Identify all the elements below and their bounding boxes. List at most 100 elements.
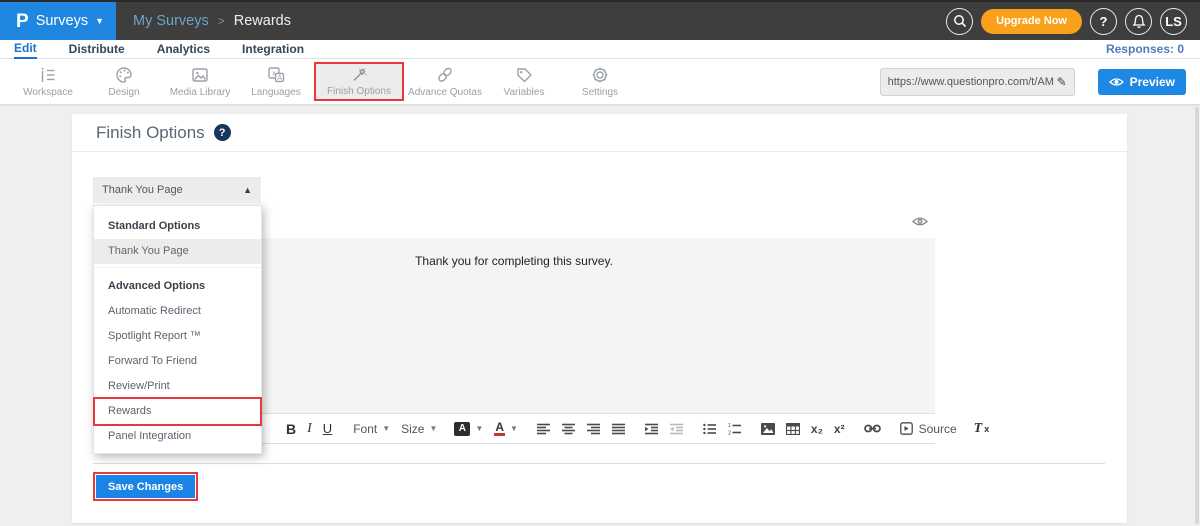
notifications-button[interactable] bbox=[1125, 8, 1152, 35]
breadcrumb-my-surveys[interactable]: My Surveys bbox=[133, 13, 209, 29]
subscript-button[interactable]: x₂ bbox=[811, 422, 823, 436]
align-right-button[interactable] bbox=[587, 423, 601, 435]
bullet-list-button[interactable] bbox=[703, 423, 717, 435]
remove-format-button[interactable]: Tx bbox=[974, 421, 990, 437]
ribbon-item-languages[interactable]: xA Languages bbox=[238, 63, 314, 100]
source-icon bbox=[900, 422, 913, 435]
outdent-button[interactable] bbox=[670, 423, 684, 435]
ribbon-item-media-library[interactable]: Media Library bbox=[162, 63, 238, 100]
settings-icon bbox=[590, 65, 610, 85]
avatar[interactable]: LS bbox=[1160, 8, 1187, 35]
text-color-button[interactable]: A▼ bbox=[494, 421, 518, 436]
search-button[interactable] bbox=[946, 8, 973, 35]
ribbon-label: Design bbox=[108, 87, 139, 98]
source-button[interactable]: Source bbox=[900, 422, 957, 436]
tab-distribute[interactable]: Distribute bbox=[69, 41, 125, 58]
ribbon-label: Workspace bbox=[23, 87, 73, 98]
justify-icon bbox=[612, 423, 626, 435]
ribbon-item-finish-options[interactable]: Finish Options bbox=[314, 62, 404, 101]
image-icon bbox=[761, 423, 775, 435]
text-color-icon: A bbox=[494, 421, 505, 436]
link-icon bbox=[864, 424, 881, 433]
bell-icon bbox=[1132, 14, 1146, 29]
help-icon: ? bbox=[1100, 14, 1108, 29]
superscript-button[interactable]: x² bbox=[834, 422, 845, 436]
menu-item-rewards[interactable]: Rewards bbox=[94, 399, 261, 424]
upgrade-now-button[interactable]: Upgrade Now bbox=[981, 9, 1082, 34]
breadcrumb-current: Rewards bbox=[234, 13, 291, 29]
source-label: Source bbox=[919, 422, 957, 436]
underline-button[interactable]: U bbox=[323, 421, 332, 436]
bg-color-button[interactable]: A▼ bbox=[454, 422, 483, 436]
questionpro-app: P Surveys ▼ My Surveys > Rewards Upgrade… bbox=[0, 0, 1200, 526]
menu-item-review-print[interactable]: Review/Print bbox=[94, 374, 261, 399]
finish-options-menu: Standard Options Thank You Page Advanced… bbox=[93, 205, 262, 454]
menu-item-automatic-redirect[interactable]: Automatic Redirect bbox=[94, 299, 261, 324]
preview-label: Preview bbox=[1130, 75, 1175, 89]
languages-icon: xA bbox=[266, 65, 286, 85]
product-switcher[interactable]: P Surveys ▼ bbox=[0, 2, 116, 40]
product-name: Surveys bbox=[36, 13, 88, 29]
save-annotation-box: Save Changes bbox=[93, 472, 198, 501]
link-button[interactable] bbox=[864, 424, 881, 433]
bold-button[interactable]: B bbox=[286, 421, 296, 437]
save-changes-button[interactable]: Save Changes bbox=[96, 475, 195, 498]
font-select[interactable]: Font▼ bbox=[353, 422, 390, 436]
image-button[interactable] bbox=[761, 423, 775, 435]
chevron-up-icon: ▲ bbox=[243, 185, 252, 195]
menu-item-thank-you-page[interactable]: Thank You Page bbox=[94, 239, 261, 264]
align-center-icon bbox=[562, 423, 576, 435]
ribbon-label: Languages bbox=[251, 87, 301, 98]
tab-integration[interactable]: Integration bbox=[242, 41, 304, 58]
card-body: Thank you for completing this survey. B … bbox=[72, 152, 1127, 523]
finish-option-select[interactable]: Thank You Page ▲ bbox=[93, 177, 261, 203]
menu-group-advanced: Advanced Options bbox=[94, 271, 261, 299]
search-icon bbox=[953, 14, 967, 28]
ribbon-item-design[interactable]: Design bbox=[86, 63, 162, 100]
chevron-down-icon: ▼ bbox=[95, 16, 104, 26]
ribbon-item-settings[interactable]: Settings bbox=[562, 63, 638, 100]
ribbon-item-variables[interactable]: Variables bbox=[486, 63, 562, 100]
scrollbar[interactable] bbox=[1195, 107, 1199, 524]
ribbon-label: Finish Options bbox=[327, 86, 391, 97]
table-button[interactable] bbox=[786, 423, 800, 435]
table-icon bbox=[786, 423, 800, 435]
title-help-icon[interactable]: ? bbox=[214, 124, 231, 141]
menu-item-spotlight-report[interactable]: Spotlight Report ™ bbox=[94, 324, 261, 349]
preview-eye-icon[interactable] bbox=[912, 216, 928, 227]
tab-analytics[interactable]: Analytics bbox=[157, 41, 210, 58]
ribbon-label: Advance Quotas bbox=[408, 87, 482, 98]
selected-option: Thank You Page bbox=[102, 184, 243, 196]
justify-button[interactable] bbox=[612, 423, 626, 435]
advance-quotas-icon bbox=[435, 65, 455, 85]
outdent-icon bbox=[670, 423, 684, 435]
font-label: Font bbox=[353, 422, 377, 436]
ribbon-item-advance-quotas[interactable]: Advance Quotas bbox=[404, 63, 486, 100]
menu-item-forward-to-friend[interactable]: Forward To Friend bbox=[94, 349, 261, 374]
finish-options-card: Finish Options ? Thank you for completin… bbox=[72, 114, 1127, 523]
tab-edit[interactable]: Edit bbox=[14, 40, 37, 59]
eye-icon bbox=[1109, 77, 1124, 87]
ribbon-right: https://www.questionpro.com/t/AMkGQ ✎ Pr… bbox=[880, 68, 1186, 96]
preview-button[interactable]: Preview bbox=[1098, 69, 1186, 95]
size-select[interactable]: Size▼ bbox=[401, 422, 437, 436]
survey-url-field[interactable]: https://www.questionpro.com/t/AMkGQ ✎ bbox=[880, 68, 1075, 96]
menu-item-panel-integration[interactable]: Panel Integration bbox=[94, 424, 261, 449]
italic-button[interactable]: I bbox=[307, 421, 312, 437]
breadcrumb-separator: > bbox=[218, 14, 225, 28]
size-label: Size bbox=[401, 422, 424, 436]
align-left-button[interactable] bbox=[537, 423, 551, 435]
indent-button[interactable] bbox=[645, 423, 659, 435]
bg-color-icon: A bbox=[454, 422, 470, 436]
chevron-down-icon: ▼ bbox=[475, 424, 483, 433]
workspace-icon bbox=[38, 65, 58, 85]
edit-url-icon[interactable]: ✎ bbox=[1057, 75, 1067, 89]
svg-text:1: 1 bbox=[728, 423, 731, 429]
numbered-list-button[interactable]: 12 bbox=[728, 423, 742, 435]
align-center-button[interactable] bbox=[562, 423, 576, 435]
svg-text:A: A bbox=[277, 75, 282, 82]
help-button[interactable]: ? bbox=[1090, 8, 1117, 35]
survey-url-text: https://www.questionpro.com/t/AMkGQ bbox=[888, 76, 1053, 88]
ribbon-item-workspace[interactable]: Workspace bbox=[10, 63, 86, 100]
page: Finish Options ? Thank you for completin… bbox=[0, 105, 1200, 526]
